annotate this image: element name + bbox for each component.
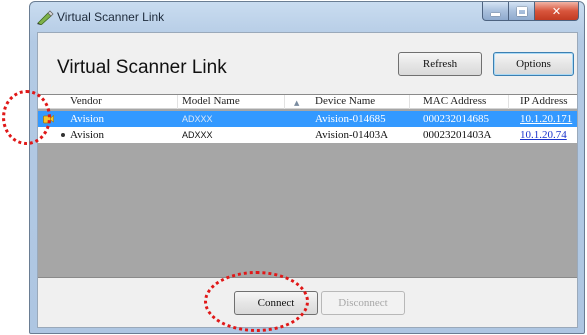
vendor-cell: Avision — [38, 111, 178, 127]
ip-link[interactable]: 10.1.20.74 — [509, 127, 577, 143]
column-header-ip-address[interactable]: IP Address — [509, 95, 577, 109]
minimize-button[interactable] — [482, 2, 509, 21]
refresh-button[interactable]: Refresh — [398, 52, 482, 76]
table-row[interactable]: Avision ADXXX Avision-014685 00023201468… — [38, 111, 577, 127]
column-header-device-name[interactable]: ▲ Device Name — [285, 95, 410, 109]
client-area: Virtual Scanner Link Refresh Options Ven… — [37, 32, 578, 328]
close-icon: ✕ — [551, 4, 562, 18]
column-header-mac-address[interactable]: MAC Address — [410, 95, 509, 109]
scanner-pen-icon — [37, 10, 54, 25]
column-header-model-name[interactable]: Model Name — [178, 95, 285, 109]
model-cell: ADXXX — [182, 114, 213, 124]
minimize-icon — [491, 12, 500, 16]
maximize-icon — [516, 6, 527, 16]
device-cell: Avision-014685 — [315, 113, 386, 125]
model-cell: ADXXX — [182, 130, 213, 140]
vendor-text: Avision — [70, 129, 105, 141]
window-controls: ✕ — [482, 2, 579, 22]
sort-ascending-icon: ▲ — [294, 99, 300, 107]
device-list[interactable]: Vendor Model Name ▲ Device Name MAC Addr… — [38, 94, 577, 278]
vendor-cell: Avision — [38, 127, 178, 143]
connect-button[interactable]: Connect — [234, 291, 318, 315]
ip-link[interactable]: 10.1.20.171 — [509, 111, 577, 127]
disconnect-button[interactable]: Disconnect — [321, 291, 405, 315]
column-header-device-name-label: Device Name — [315, 95, 376, 107]
vendor-text: Avision — [70, 113, 105, 125]
maximize-button[interactable] — [509, 2, 535, 21]
connected-device-icon — [43, 114, 54, 124]
list-header: Vendor Model Name ▲ Device Name MAC Addr… — [38, 95, 577, 109]
bullet-dot-icon — [61, 133, 65, 137]
options-button[interactable]: Options — [493, 52, 574, 76]
close-button[interactable]: ✕ — [535, 2, 579, 21]
window-title: Virtual Scanner Link — [57, 10, 165, 24]
page-title: Virtual Scanner Link — [57, 57, 227, 78]
mac-cell: 000232014685 — [423, 113, 489, 125]
mac-cell: 00023201403A — [423, 129, 492, 141]
column-header-vendor[interactable]: Vendor — [38, 95, 178, 109]
app-window: Virtual Scanner Link ✕ Virtual Scanner L… — [29, 1, 585, 334]
title-bar[interactable]: Virtual Scanner Link ✕ — [30, 2, 584, 32]
table-row[interactable]: Avision ADXXX Avision-01403A 00023201403… — [38, 127, 577, 143]
device-cell: Avision-01403A — [315, 129, 389, 141]
